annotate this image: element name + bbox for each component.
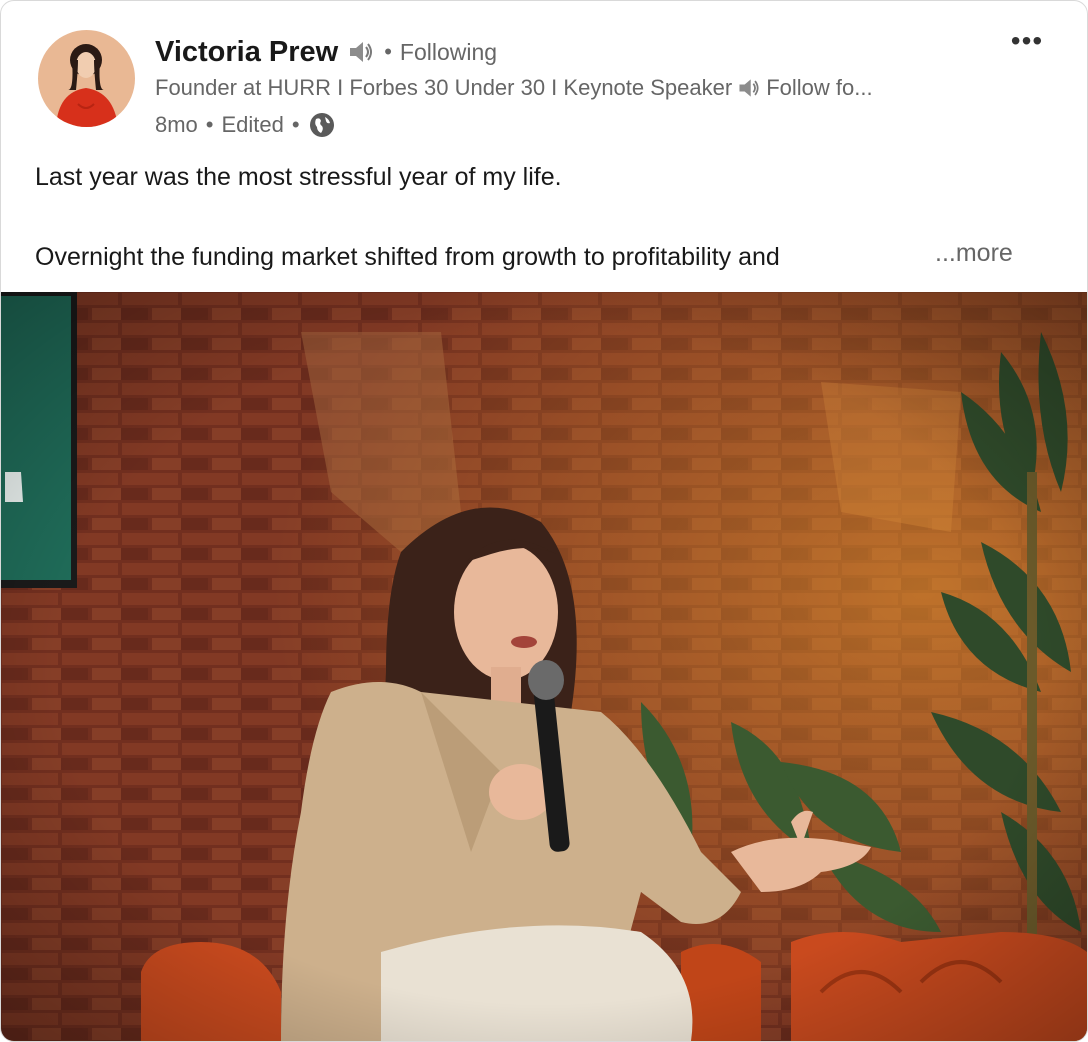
feed-post-card: Victoria Prew • Following Founder at HUR… <box>0 0 1088 1042</box>
speaker-emoji-icon <box>736 75 762 101</box>
meta-separator-dot: • <box>205 112 214 137</box>
post-age: 8mo <box>155 112 198 137</box>
post-meta: 8mo • Edited • <box>155 111 336 139</box>
name-separator-dot: • <box>384 39 392 64</box>
headline-text: Founder at HURR I Forbes 30 Under 30 I K… <box>155 75 733 100</box>
author-name[interactable]: Victoria Prew <box>155 36 338 69</box>
globe-icon <box>308 111 336 139</box>
connection-status: Following <box>399 38 498 65</box>
edited-label: Edited <box>221 112 284 137</box>
author-headline: Founder at HURR I Forbes 30 Under 30 I K… <box>155 75 985 101</box>
post-paragraph: Last year was the most stressful year of… <box>35 163 562 191</box>
speaker-emoji-icon <box>346 37 376 67</box>
avatar-image <box>38 30 135 127</box>
speaker-photo <box>1 292 1087 1041</box>
see-more-link[interactable]: ...more <box>935 239 1013 268</box>
post-paragraph: Overnight the funding market shifted fro… <box>35 243 780 271</box>
author-avatar[interactable] <box>38 30 135 127</box>
meta-separator-dot: • <box>291 112 300 137</box>
post-header: Victoria Prew • Following Founder at HUR… <box>1 1 1087 151</box>
headline-tail: Follow fo... <box>766 75 873 100</box>
post-image[interactable] <box>1 292 1087 1041</box>
author-name-row: Victoria Prew • Following <box>155 32 497 72</box>
post-options-menu-button[interactable]: ••• <box>1003 21 1051 61</box>
